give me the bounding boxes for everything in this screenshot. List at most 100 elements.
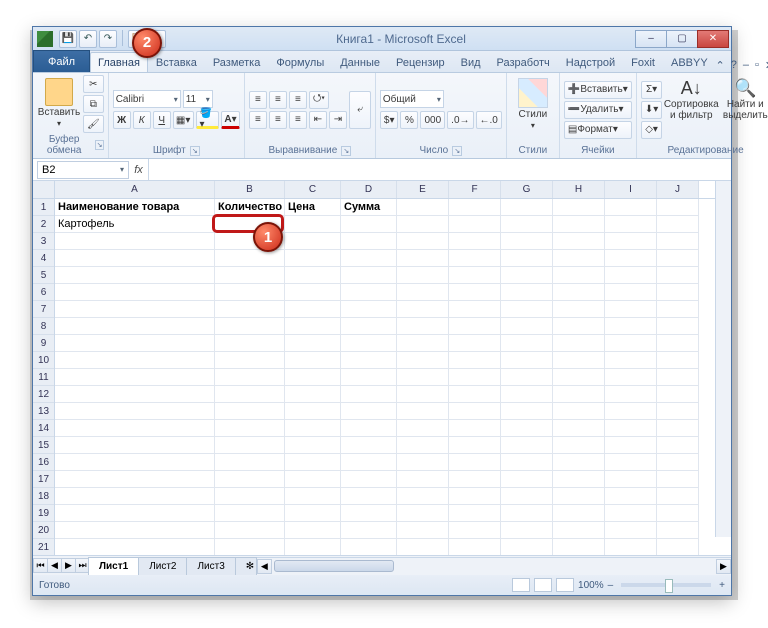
cell-A1[interactable]: Наименование товара: [55, 199, 215, 216]
cell-D4[interactable]: [341, 250, 397, 267]
cell-G8[interactable]: [501, 318, 553, 335]
sheet-tab-1[interactable]: Лист2: [138, 557, 187, 575]
cell-A16[interactable]: [55, 454, 215, 471]
col-header-F[interactable]: F: [449, 181, 501, 198]
cell-E4[interactable]: [397, 250, 449, 267]
indent-dec[interactable]: ⇤: [309, 111, 327, 129]
row-header-12[interactable]: 12: [33, 386, 54, 403]
cell-J5[interactable]: [657, 267, 699, 284]
row-header-17[interactable]: 17: [33, 471, 54, 488]
cell-A2[interactable]: Картофель: [55, 216, 215, 233]
cell-G15[interactable]: [501, 437, 553, 454]
cell-D21[interactable]: [341, 539, 397, 555]
cell-G7[interactable]: [501, 301, 553, 318]
cell-J14[interactable]: [657, 420, 699, 437]
cell-E9[interactable]: [397, 335, 449, 352]
cell-J8[interactable]: [657, 318, 699, 335]
cell-B11[interactable]: [215, 369, 285, 386]
cell-I14[interactable]: [605, 420, 657, 437]
cell-D19[interactable]: [341, 505, 397, 522]
new-sheet-button[interactable]: ✻: [235, 557, 257, 575]
cell-G12[interactable]: [501, 386, 553, 403]
zoom-in[interactable]: +: [719, 580, 725, 591]
cell-G18[interactable]: [501, 488, 553, 505]
cell-A17[interactable]: [55, 471, 215, 488]
cell-G14[interactable]: [501, 420, 553, 437]
cells-delete[interactable]: ➖ Удалить ▾: [564, 101, 632, 119]
cell-C13[interactable]: [285, 403, 341, 420]
cell-G9[interactable]: [501, 335, 553, 352]
cell-J3[interactable]: [657, 233, 699, 250]
cell-F2[interactable]: [449, 216, 501, 233]
cell-A5[interactable]: [55, 267, 215, 284]
cell-D6[interactable]: [341, 284, 397, 301]
cell-D14[interactable]: [341, 420, 397, 437]
cell-F11[interactable]: [449, 369, 501, 386]
bold-button[interactable]: Ж: [113, 111, 131, 129]
align-left[interactable]: ≡: [249, 111, 267, 129]
cell-B6[interactable]: [215, 284, 285, 301]
cell-H7[interactable]: [553, 301, 605, 318]
cell-E1[interactable]: [397, 199, 449, 216]
ribbon-tab-3[interactable]: Формулы: [268, 52, 332, 72]
cell-I17[interactable]: [605, 471, 657, 488]
cell-I11[interactable]: [605, 369, 657, 386]
cell-F8[interactable]: [449, 318, 501, 335]
cell-A8[interactable]: [55, 318, 215, 335]
view-normal[interactable]: [512, 578, 530, 592]
cell-D20[interactable]: [341, 522, 397, 539]
col-header-H[interactable]: H: [553, 181, 605, 198]
row-header-4[interactable]: 4: [33, 250, 54, 267]
cell-D3[interactable]: [341, 233, 397, 250]
cell-C3[interactable]: [285, 233, 341, 250]
cell-E11[interactable]: [397, 369, 449, 386]
cell-G3[interactable]: [501, 233, 553, 250]
col-header-J[interactable]: J: [657, 181, 699, 198]
cell-C21[interactable]: [285, 539, 341, 555]
cell-D10[interactable]: [341, 352, 397, 369]
find-select-button[interactable]: 🔍Найти и выделить: [720, 75, 768, 144]
cell-E10[interactable]: [397, 352, 449, 369]
cells-insert[interactable]: ➕ Вставить ▾: [564, 81, 632, 99]
align-launcher[interactable]: ↘: [341, 146, 351, 156]
mdi-minimize-icon[interactable]: –: [743, 59, 749, 72]
cell-B15[interactable]: [215, 437, 285, 454]
cell-F13[interactable]: [449, 403, 501, 420]
cell-J9[interactable]: [657, 335, 699, 352]
cell-C1[interactable]: Цена: [285, 199, 341, 216]
cell-G13[interactable]: [501, 403, 553, 420]
cell-F17[interactable]: [449, 471, 501, 488]
cell-G1[interactable]: [501, 199, 553, 216]
row-header-11[interactable]: 11: [33, 369, 54, 386]
cell-B7[interactable]: [215, 301, 285, 318]
cell-F6[interactable]: [449, 284, 501, 301]
cell-C8[interactable]: [285, 318, 341, 335]
zoom-slider[interactable]: [621, 583, 711, 587]
cells-format[interactable]: ▤ Формат ▾: [564, 121, 632, 139]
cell-G21[interactable]: [501, 539, 553, 555]
autosum-button[interactable]: Σ▾: [641, 81, 662, 99]
cell-G20[interactable]: [501, 522, 553, 539]
cell-I3[interactable]: [605, 233, 657, 250]
wrap-merge-button[interactable]: ⤶: [349, 91, 371, 129]
align-bottom[interactable]: ≡: [289, 91, 307, 109]
cell-I1[interactable]: [605, 199, 657, 216]
cell-F4[interactable]: [449, 250, 501, 267]
cell-D7[interactable]: [341, 301, 397, 318]
cell-H16[interactable]: [553, 454, 605, 471]
cell-A9[interactable]: [55, 335, 215, 352]
cell-A15[interactable]: [55, 437, 215, 454]
italic-button[interactable]: К: [133, 111, 151, 129]
cell-C2[interactable]: [285, 216, 341, 233]
cell-I8[interactable]: [605, 318, 657, 335]
cell-J19[interactable]: [657, 505, 699, 522]
col-header-B[interactable]: B: [215, 181, 285, 198]
cell-H13[interactable]: [553, 403, 605, 420]
cell-A3[interactable]: [55, 233, 215, 250]
cell-J15[interactable]: [657, 437, 699, 454]
row-header-13[interactable]: 13: [33, 403, 54, 420]
col-header-I[interactable]: I: [605, 181, 657, 198]
cell-J10[interactable]: [657, 352, 699, 369]
cell-C4[interactable]: [285, 250, 341, 267]
cell-E8[interactable]: [397, 318, 449, 335]
